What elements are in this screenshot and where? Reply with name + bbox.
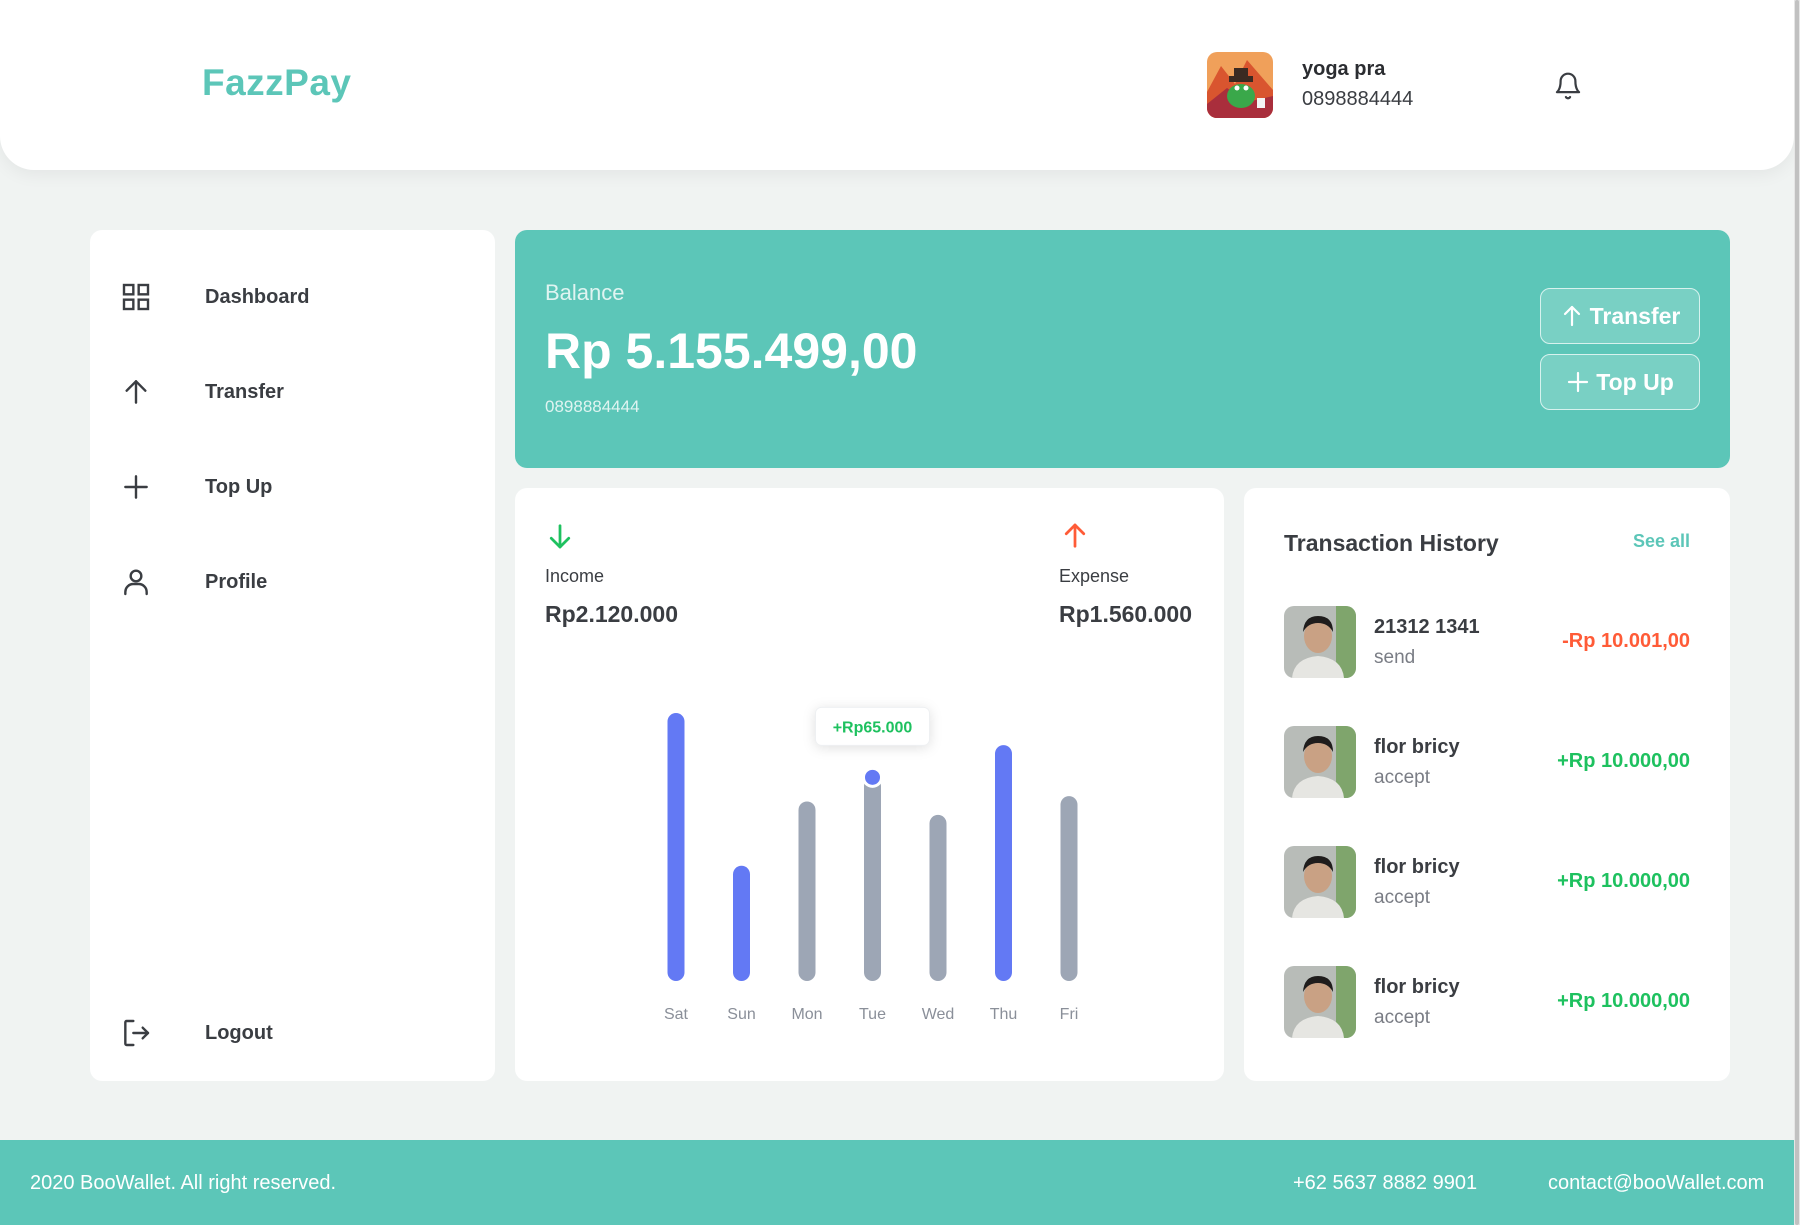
footer: 2020 BooWallet. All right reserved. +62 …: [0, 1140, 1794, 1225]
x-tick-label: Mon: [791, 1006, 822, 1023]
bar-mon[interactable]: [798, 801, 816, 981]
balance-card: Balance Rp 5.155.499,00 0898884444 Trans…: [515, 230, 1730, 468]
sidebar-item-transfer[interactable]: Transfer: [120, 372, 284, 412]
history-title: Transaction History: [1284, 530, 1499, 556]
see-all-link[interactable]: See all: [1633, 531, 1690, 552]
footer-copyright: 2020 BooWallet. All right reserved.: [30, 1172, 337, 1194]
sidebar-item-label: Transfer: [205, 380, 284, 403]
logout-button[interactable]: Logout: [120, 1013, 273, 1053]
user-phone: 0898884444: [1302, 88, 1414, 110]
top-header: FazzPay yoga pra 0898884444: [0, 0, 1794, 170]
transaction-amount: +Rp 10.000,00: [1557, 750, 1690, 772]
transaction-item[interactable]: flor bricy accept +Rp 10.000,00: [1284, 726, 1690, 798]
sidebar-item-profile[interactable]: Profile: [120, 562, 267, 602]
transaction-item[interactable]: flor bricy accept +Rp 10.000,00: [1284, 966, 1690, 1038]
x-tick-label: Tue: [859, 1006, 886, 1023]
bar-sun[interactable]: [733, 865, 750, 981]
x-tick-label: Fri: [1060, 1006, 1079, 1023]
transaction-name: flor bricy: [1374, 736, 1460, 758]
sidebar: Dashboard Transfer Top Up Profile Logout: [90, 230, 495, 1081]
contact-photo: [1284, 606, 1356, 678]
sidebar-item-topup[interactable]: Top Up: [120, 467, 272, 507]
transaction-type: accept: [1374, 1007, 1430, 1028]
transfer-button[interactable]: Transfer: [1540, 288, 1700, 344]
transaction-type: send: [1374, 647, 1416, 668]
bar-thu[interactable]: [995, 745, 1012, 981]
plus-icon: [124, 475, 148, 499]
bar-wed[interactable]: [929, 814, 947, 981]
tooltip-label: +Rp65.000: [833, 719, 913, 736]
brand-logo[interactable]: FazzPay: [202, 62, 352, 104]
transaction-amount: +Rp 10.000,00: [1557, 870, 1690, 892]
bar-tue[interactable]: [864, 777, 881, 981]
sidebar-item-label: Dashboard: [205, 285, 310, 308]
arrow-up-icon: [125, 380, 147, 404]
scrollbar-thumb[interactable]: [1795, 0, 1799, 1225]
balance-amount: Rp 5.155.499,00: [545, 323, 918, 379]
transaction-item[interactable]: flor bricy accept +Rp 10.000,00: [1284, 846, 1690, 918]
user-name: yoga pra: [1302, 58, 1386, 80]
contact-photo: [1284, 966, 1356, 1038]
topup-button[interactable]: Top Up: [1540, 354, 1700, 410]
user-avatar[interactable]: [1207, 52, 1273, 118]
bell-icon[interactable]: [1553, 70, 1583, 102]
transaction-type: accept: [1374, 887, 1430, 908]
tooltip-marker[interactable]: [862, 766, 883, 788]
transaction-type: accept: [1374, 767, 1430, 788]
transaction-amount: +Rp 10.000,00: [1557, 990, 1690, 1012]
transaction-name: 21312 1341: [1374, 616, 1480, 638]
logout-icon: [124, 1019, 150, 1047]
transaction-history-card: Transaction History See all 21312 1341 s…: [1244, 488, 1730, 1081]
sidebar-item-label: Top Up: [205, 475, 273, 498]
transaction-amount: -Rp 10.001,00: [1562, 630, 1690, 652]
balance-label: Balance: [545, 280, 625, 305]
income-expense-card: Income Rp2.120.000 Expense Rp1.560.000 S…: [515, 488, 1224, 1081]
arrow-up-icon: [1563, 305, 1580, 327]
transaction-name: flor bricy: [1374, 856, 1460, 878]
topup-button-label: Top Up: [1596, 368, 1674, 395]
transaction-item[interactable]: 21312 1341 send -Rp 10.001,00: [1284, 606, 1690, 678]
transfer-button-label: Transfer: [1589, 302, 1681, 329]
plus-icon: [1568, 371, 1589, 393]
sidebar-item-label: Profile: [205, 570, 268, 593]
contact-photo: [1284, 846, 1356, 918]
x-tick-label: Sun: [727, 1006, 755, 1023]
user-icon: [124, 569, 148, 596]
bar-fri[interactable]: [1060, 796, 1078, 981]
footer-phone: +62 5637 8882 9901: [1293, 1172, 1478, 1194]
weekly-bar-chart: Sat Sun Mon Tue +Rp65.000 Wed Thu Fri: [664, 706, 1079, 1023]
x-tick-label: Thu: [990, 1006, 1018, 1023]
balance-phone: 0898884444: [545, 397, 640, 416]
sidebar-item-dashboard[interactable]: Dashboard: [120, 277, 309, 317]
logout-label: Logout: [205, 1021, 273, 1044]
bar-sat[interactable]: [667, 713, 685, 981]
grid-icon: [122, 283, 150, 311]
footer-email[interactable]: contact@booWallet.com: [1548, 1172, 1764, 1195]
x-tick-label: Sat: [664, 1006, 689, 1023]
x-tick-label: Wed: [922, 1006, 955, 1023]
transaction-name: flor bricy: [1374, 976, 1460, 998]
contact-photo: [1284, 726, 1356, 798]
